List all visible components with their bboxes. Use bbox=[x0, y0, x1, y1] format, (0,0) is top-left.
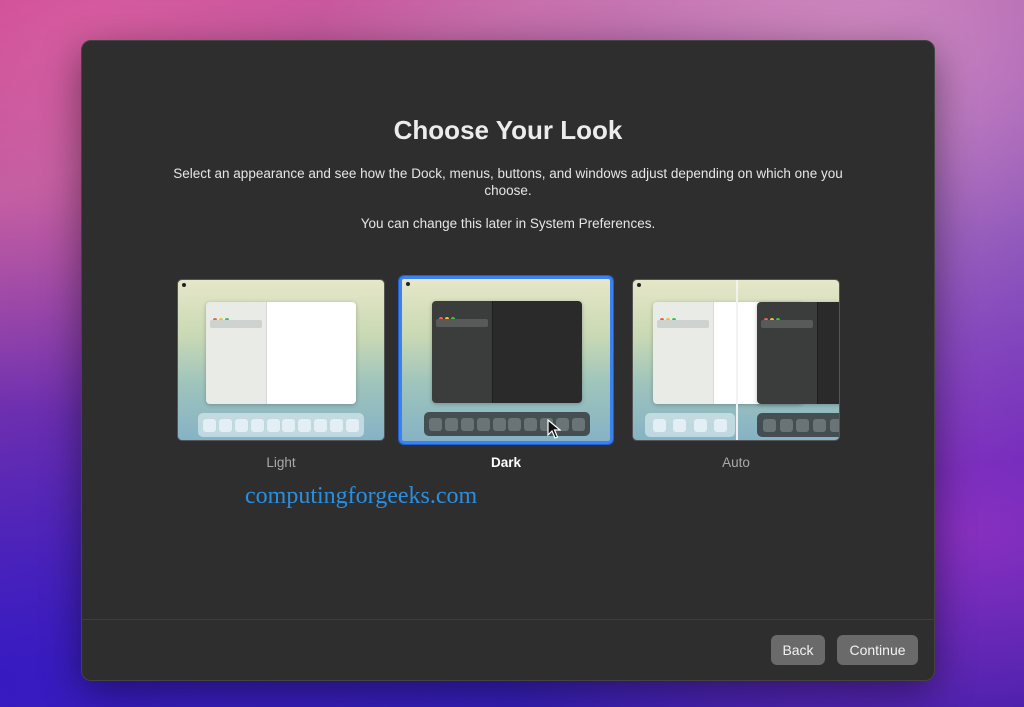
auto-dark-window-preview bbox=[757, 302, 839, 404]
setup-assistant-window: Choose Your Look Select an appearance an… bbox=[81, 40, 935, 681]
dark-preview[interactable] bbox=[399, 276, 613, 444]
traffic-lights-icon bbox=[439, 308, 457, 321]
traffic-lights-icon bbox=[213, 309, 231, 322]
traffic-lights-icon bbox=[764, 309, 782, 322]
light-window-preview bbox=[206, 302, 356, 404]
option-label-light: Light bbox=[266, 455, 296, 470]
footer-divider bbox=[82, 619, 934, 620]
traffic-lights-icon bbox=[660, 309, 678, 322]
light-preview[interactable] bbox=[177, 279, 385, 441]
auto-preview[interactable] bbox=[632, 279, 840, 441]
dock-preview bbox=[757, 413, 839, 437]
appearance-option-auto[interactable]: Auto bbox=[632, 279, 840, 470]
back-button[interactable]: Back bbox=[771, 635, 825, 665]
page-title: Choose Your Look bbox=[393, 115, 623, 145]
dock-preview bbox=[424, 412, 590, 436]
continue-button[interactable]: Continue bbox=[837, 635, 918, 665]
dark-window-preview bbox=[432, 301, 582, 403]
appearance-option-light[interactable]: Light bbox=[177, 279, 385, 470]
dock-preview bbox=[198, 413, 364, 437]
option-label-auto: Auto bbox=[722, 455, 750, 470]
page-description: Select an appearance and see how the Doc… bbox=[173, 166, 843, 198]
dock-preview bbox=[645, 413, 735, 437]
change-later-note: You can change this later in System Pref… bbox=[360, 216, 656, 231]
watermark-text: computingforgeeks.com bbox=[245, 483, 478, 509]
option-label-dark: Dark bbox=[490, 455, 522, 470]
mouse-cursor-icon bbox=[547, 419, 561, 439]
appearance-option-dark[interactable]: Dark bbox=[399, 276, 613, 470]
